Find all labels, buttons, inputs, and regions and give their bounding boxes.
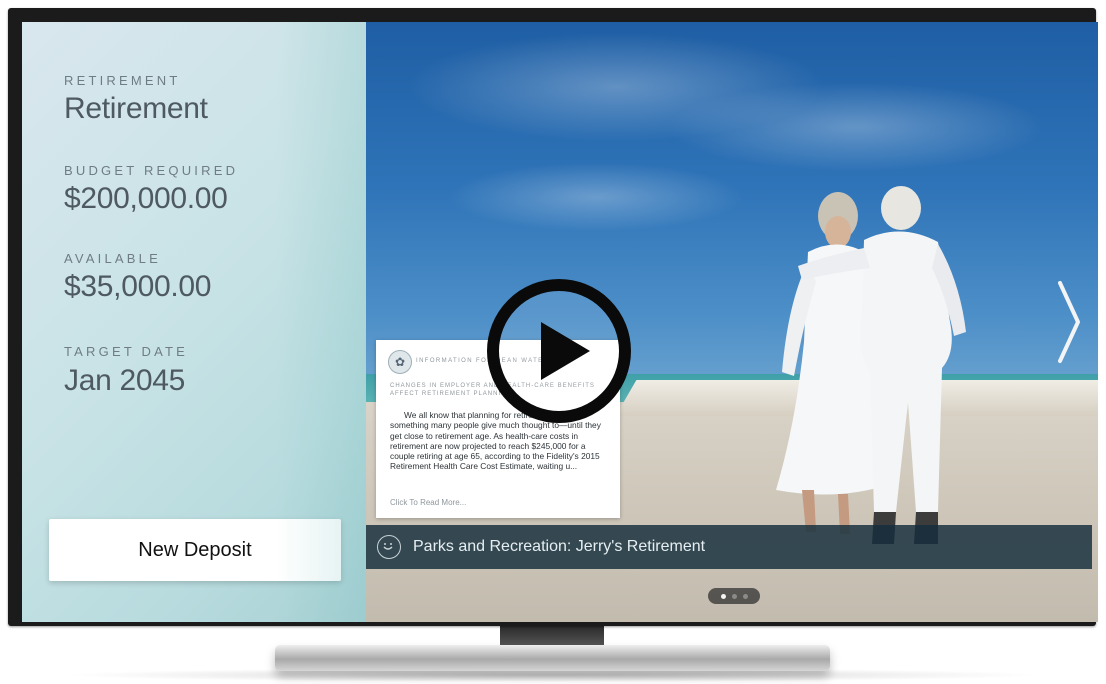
available-value: $35,000.00 (64, 270, 212, 303)
carousel-page-indicator[interactable] (708, 588, 760, 604)
background-sky (366, 22, 1098, 390)
couple-photo (776, 186, 966, 544)
video-caption: Parks and Recreation: Jerry's Retirement (413, 538, 706, 555)
budget-required-label: BUDGET REQUIRED (64, 163, 239, 178)
goal-category-label: RETIREMENT (64, 73, 181, 88)
tv-frame: RETIREMENT Retirement BUDGET REQUIRED $2… (8, 8, 1098, 626)
tv-show-icon (377, 535, 401, 559)
goal-details-panel: RETIREMENT Retirement BUDGET REQUIRED $2… (22, 22, 366, 622)
tv-stand-neck (500, 626, 604, 646)
available-label: AVAILABLE (64, 251, 161, 266)
target-date-value: Jan 2045 (64, 364, 186, 397)
publisher-logo-icon: ✿ (388, 350, 412, 374)
budget-required-value: $200,000.00 (64, 182, 228, 215)
page-dot[interactable] (742, 593, 748, 599)
goal-name: Retirement (64, 92, 208, 125)
video-caption-bar[interactable]: Parks and Recreation: Jerry's Retirement (366, 525, 1092, 569)
page-dot[interactable] (720, 593, 726, 599)
new-deposit-button[interactable]: New Deposit (49, 519, 341, 581)
play-icon[interactable] (484, 276, 634, 426)
chevron-right-icon[interactable] (1054, 277, 1084, 367)
read-more-link[interactable]: Click To Read More... (390, 498, 466, 507)
tv-screen: RETIREMENT Retirement BUDGET REQUIRED $2… (22, 22, 1098, 622)
media-carousel[interactable]: ✿ INFORMATION FOR DEAN WATERS CHANGES IN… (366, 22, 1098, 622)
tv-stand-base (275, 645, 830, 671)
page-dot[interactable] (731, 593, 737, 599)
target-date-label: TARGET DATE (64, 344, 189, 359)
